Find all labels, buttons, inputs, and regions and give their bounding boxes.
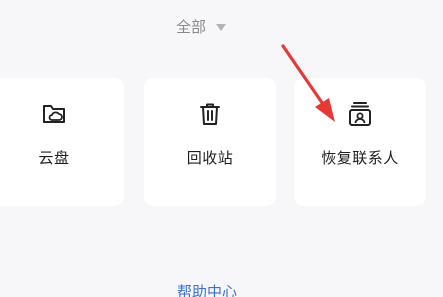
backup-page: 全部 云盘 回收站 恢复联系人 帮助中心 [0,0,443,297]
restore-contacts-label: 恢复联系人 [321,149,399,167]
contact-restore-icon [346,100,374,128]
help-center-link[interactable]: 帮助中心 [177,281,237,297]
filter-label: 全部 [176,17,207,36]
filter-dropdown[interactable]: 全部 [176,15,227,37]
recycle-bin-card[interactable]: 回收站 [144,78,276,206]
recycle-bin-label: 回收站 [186,149,234,167]
cloud-folder-icon [40,100,68,128]
caret-down-icon [216,23,227,31]
cloud-drive-card[interactable]: 云盘 [0,78,124,206]
trash-icon [196,100,224,128]
cloud-drive-label: 云盘 [38,149,70,167]
restore-contacts-card[interactable]: 恢复联系人 [294,78,426,206]
